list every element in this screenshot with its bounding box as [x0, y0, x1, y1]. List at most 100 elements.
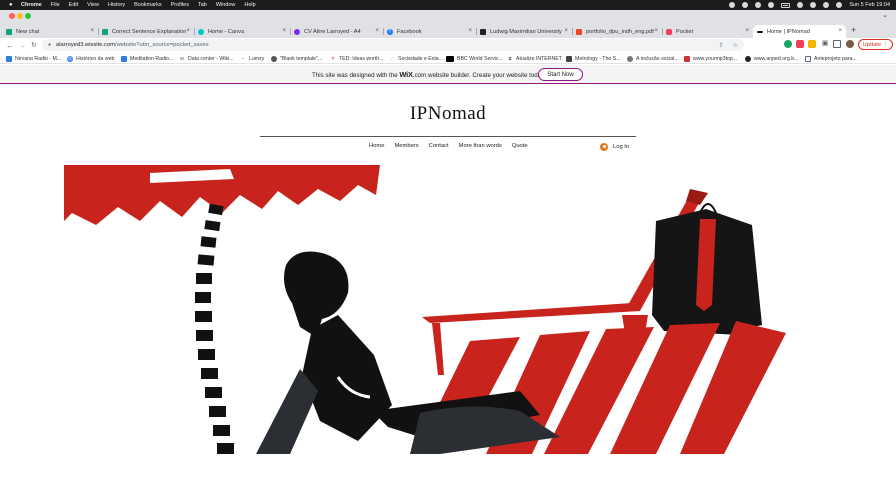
tab-label: Ludwig Maximilian University: [490, 28, 562, 35]
bookmark-item[interactable]: Z Atualize INTERNET: [507, 54, 562, 63]
tab-correct-sentence[interactable]: Correct Sentence Explanation ×: [98, 25, 195, 38]
site-title[interactable]: IPNomad: [0, 103, 896, 125]
siri-icon[interactable]: [836, 2, 843, 8]
chair-backrest-top: [422, 303, 640, 323]
chatgpt-icon: [102, 28, 108, 35]
bookmark-item[interactable]: www.yourmp3top...: [684, 54, 737, 63]
minimize-window-button[interactable]: [17, 13, 23, 19]
tab-new-chat[interactable]: New chat ×: [2, 25, 99, 38]
address-bar[interactable]: ● alarroyed3.wixsite.com/website?utm_sou…: [42, 39, 744, 51]
profile-avatar[interactable]: [846, 40, 854, 48]
bookmark-star-icon[interactable]: ☆: [733, 42, 738, 49]
bookmark-item[interactable]: www.anped.org.b...: [745, 54, 798, 63]
tab-label: portfolio_dpu_indh_eng.pdf: [586, 28, 654, 35]
status-app-icon[interactable]: [729, 2, 736, 8]
close-window-button[interactable]: [9, 13, 15, 19]
fullscreen-window-button[interactable]: [25, 13, 31, 19]
tab-lmu[interactable]: Ludwig Maximilian University ×: [476, 25, 573, 38]
side-panel-icon[interactable]: [833, 40, 841, 48]
nav-members[interactable]: Members: [394, 143, 418, 149]
bookmark-favicon-icon: [121, 55, 127, 62]
bookmark-label: BBC World Servic...: [457, 55, 503, 62]
menu-history[interactable]: History: [108, 2, 125, 8]
volume-icon[interactable]: [768, 2, 775, 8]
tab-facebook[interactable]: f Facebook ×: [383, 25, 477, 38]
tab-label: CV Aline Larroyed - A4: [304, 28, 361, 35]
bookmark-label: Anteprojeto para...: [814, 55, 857, 62]
bookmark-item[interactable]: T TED: Ideas worth...: [330, 54, 383, 63]
menubar-clock[interactable]: Sun 5 Feb 19:04: [849, 2, 890, 8]
battery-icon[interactable]: [781, 2, 791, 8]
close-tab-icon[interactable]: ×: [375, 28, 379, 34]
close-tab-icon[interactable]: ×: [282, 28, 286, 34]
nav-home[interactable]: Home: [369, 143, 384, 149]
close-tab-icon[interactable]: ×: [468, 28, 472, 34]
woman-swimsuit: [302, 315, 392, 441]
start-now-button[interactable]: Start Now: [538, 68, 583, 81]
tab-canva[interactable]: Home - Canva ×: [194, 25, 291, 38]
update-chrome-button[interactable]: Update ⋮: [858, 39, 893, 50]
bookmark-item[interactable]: • Lumzy: [240, 54, 264, 63]
tab-pocket[interactable]: Pocket ×: [662, 25, 753, 38]
close-tab-icon[interactable]: ×: [564, 28, 568, 34]
bookmark-item[interactable]: W Data center - Wiki...: [179, 54, 234, 63]
menu-window[interactable]: Window: [216, 2, 236, 8]
puzzle-extensions-icon[interactable]: ▣: [821, 40, 829, 48]
extension-icon[interactable]: [784, 40, 792, 48]
umbrella-pole: [195, 203, 234, 454]
menu-file[interactable]: File: [51, 2, 60, 8]
tab-ipnomad-active[interactable]: Home | IPNomad ×: [753, 25, 846, 38]
close-tab-icon[interactable]: ×: [186, 28, 190, 34]
bookmark-favicon-icon: Z: [507, 55, 513, 62]
menu-view[interactable]: View: [87, 2, 99, 8]
bookmark-item[interactable]: BBC World Servic...: [446, 54, 503, 63]
extension-icon[interactable]: [808, 40, 816, 48]
tab-cv[interactable]: CV Aline Larroyed - A4 ×: [290, 25, 384, 38]
status-app-icon[interactable]: [742, 2, 749, 8]
menu-tab[interactable]: Tab: [198, 2, 207, 8]
nav-more-than-words[interactable]: More than words: [459, 143, 502, 149]
bookmark-item[interactable]: ⁄ Sociedade e Esta...: [389, 54, 443, 63]
menu-bookmarks[interactable]: Bookmarks: [134, 2, 162, 8]
close-tab-icon[interactable]: ×: [654, 28, 658, 34]
ted-icon: T: [330, 55, 336, 62]
wix-logo[interactable]: WiX: [399, 70, 413, 79]
nav-quote[interactable]: Quote: [512, 143, 528, 149]
back-arrow-icon[interactable]: ←: [6, 38, 14, 52]
close-tab-icon[interactable]: ×: [745, 28, 749, 34]
pdf-icon: [576, 28, 582, 35]
bookmark-item[interactable]: Metrology - The S...: [566, 54, 620, 63]
bookmark-item[interactable]: Anteprojeto para...: [805, 54, 857, 63]
share-icon[interactable]: ⇪: [719, 42, 724, 49]
google-icon: G: [67, 55, 73, 62]
close-tab-icon[interactable]: ×: [838, 28, 842, 34]
chevron-down-icon[interactable]: ⌄: [882, 11, 888, 19]
nav-contact[interactable]: Contact: [429, 143, 449, 149]
wifi-icon[interactable]: [797, 2, 804, 8]
window-titlebar: [0, 10, 896, 22]
browser-toolbar: ← → ↻ ● alarroyed3.wixsite.com/website?u…: [0, 38, 896, 52]
login-button[interactable]: Log In: [600, 143, 629, 151]
forward-arrow-icon[interactable]: →: [18, 38, 26, 52]
bookmark-item[interactable]: G Histórico da web: [67, 54, 114, 63]
close-tab-icon[interactable]: ×: [90, 28, 94, 34]
reload-icon[interactable]: ↻: [31, 38, 37, 52]
bookmark-item[interactable]: "Blank template"...: [271, 54, 322, 63]
pocket-extension-icon[interactable]: [796, 40, 804, 48]
new-tab-button[interactable]: +: [851, 25, 856, 35]
search-icon[interactable]: [810, 2, 817, 8]
lock-icon[interactable]: ●: [48, 42, 51, 48]
menu-help[interactable]: Help: [244, 2, 255, 8]
site-nav: Home Members Contact More than words Quo…: [369, 143, 528, 149]
bookmark-item[interactable]: Nirvana Radio - M...: [6, 54, 61, 63]
control-center-icon[interactable]: [823, 2, 830, 8]
apple-icon[interactable]: ●: [9, 2, 15, 8]
menu-edit[interactable]: Edit: [69, 2, 78, 8]
bookmark-item[interactable]: Meditation Radio...: [121, 54, 173, 63]
bookmark-item[interactable]: A inclusão social...: [627, 54, 679, 63]
menu-profiles[interactable]: Profiles: [171, 2, 189, 8]
status-app-icon[interactable]: [755, 2, 762, 8]
tab-portfolio-pdf[interactable]: portfolio_dpu_indh_eng.pdf ×: [572, 25, 663, 38]
bookmark-favicon-icon: •: [240, 55, 246, 62]
menu-app-name[interactable]: Chrome: [21, 2, 42, 8]
